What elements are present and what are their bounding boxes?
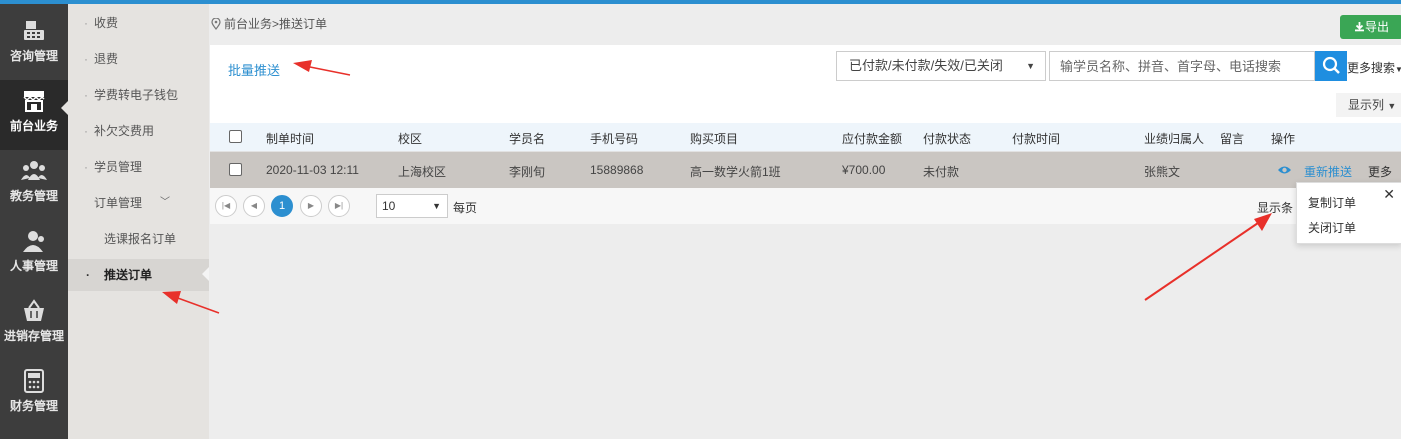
column-header: 购买项目 — [690, 132, 739, 146]
rail-item-consult[interactable]: 咨询管理 — [0, 10, 68, 80]
showing-count-label: 显示条 — [1257, 201, 1294, 215]
more-search-toggle[interactable]: 更多搜索▼ — [1347, 59, 1401, 76]
cell-item: 高一数学火箭1班 — [690, 165, 781, 179]
rail-item-hr[interactable]: 人事管理 — [0, 220, 68, 290]
select-all-checkbox[interactable] — [229, 130, 242, 143]
person-icon — [23, 231, 44, 252]
caret-down-icon: ▼ — [1387, 101, 1397, 111]
repush-link[interactable]: 重新推送 — [1304, 163, 1352, 180]
search-input[interactable] — [1049, 51, 1315, 81]
cell-owner: 张熊文 — [1144, 165, 1181, 179]
column-header: 制单时间 — [266, 132, 315, 146]
submenu-item-wallet-transfer[interactable]: · 学费转电子钱包 — [68, 80, 209, 110]
eye-icon[interactable] — [1277, 164, 1292, 176]
rail-item-label: 教务管理 — [9, 189, 58, 203]
page-number-current[interactable]: 1 — [271, 195, 293, 217]
submenu-item-arrears[interactable]: · 补欠交费用 — [68, 116, 209, 146]
per-page-label: 每页 — [453, 201, 478, 215]
close-order-item[interactable]: 关闭订单 — [1308, 219, 1356, 236]
rail-item-label: 财务管理 — [9, 399, 58, 413]
rail-item-label: 咨询管理 — [9, 49, 58, 63]
rail-item-finance[interactable]: 财务管理 — [0, 360, 68, 430]
column-header: 学员名 — [509, 132, 546, 146]
export-button[interactable]: 导出 — [1340, 15, 1401, 39]
pagination-bar: |◀ ◀ 1 ▶ ▶| 10 ▼ 每页 显示条 — [210, 188, 1401, 224]
toolbar: 批量推送 已付款/未付款/失效/已关闭 ▼ 更多搜索▼ 显示列 ▼ — [210, 45, 1401, 123]
submenu-item-refund[interactable]: · 退费 — [68, 44, 209, 74]
export-label: 导出 — [1364, 20, 1389, 34]
rail-active-caret — [61, 101, 68, 115]
main-nav-rail: 咨询管理 前台业务 教务管理 人事管理 进销存管理 财务管理 — [0, 4, 68, 439]
column-header: 应付款金额 — [842, 132, 903, 146]
breadcrumb-text: 前台业务>推送订单 — [224, 17, 328, 31]
cell-amount: ¥700.00 — [842, 163, 886, 177]
submenu-item-charge[interactable]: · 收费 — [68, 8, 209, 38]
caret-down-icon: ▼ — [1395, 65, 1401, 74]
chevron-down-icon: ﹀ — [160, 197, 170, 208]
rail-item-frontdesk[interactable]: 前台业务 — [0, 80, 68, 150]
column-header: 业绩归属人 — [1144, 132, 1205, 146]
basket-icon — [24, 299, 44, 321]
column-header: 付款状态 — [923, 132, 972, 146]
column-header: 付款时间 — [1012, 132, 1061, 146]
prev-page-icon[interactable]: ◀ — [243, 195, 265, 217]
close-icon[interactable]: ✕ — [1383, 186, 1395, 203]
rail-item-label: 人事管理 — [9, 259, 58, 273]
sub-menu: · 收费 · 退费 · 学费转电子钱包 · 补欠交费用 · 学员管理 订单管理 ﹀ 选课报… — [61, 4, 209, 439]
cell-phone: 15889868 — [590, 163, 644, 177]
more-actions-popup: ✕ 复制订单 关闭订单 — [1296, 182, 1401, 244]
last-page-icon[interactable]: ▶| — [328, 195, 350, 217]
batch-push-link[interactable]: 批量推送 — [228, 60, 280, 79]
people-group-icon — [21, 161, 47, 180]
rail-item-label: 前台业务 — [9, 119, 58, 133]
location-pin-icon — [211, 18, 221, 30]
rail-item-label: 进销存管理 — [3, 329, 64, 343]
page-size-select[interactable]: 10 ▼ — [376, 194, 448, 218]
submenu-item-push-orders[interactable]: · 推送订单 — [68, 259, 209, 291]
search-button[interactable] — [1315, 51, 1347, 81]
copy-order-item[interactable]: 复制订单 — [1308, 194, 1356, 211]
cell-status: 未付款 — [923, 165, 960, 179]
status-filter-select[interactable]: 已付款/未付款/失效/已关闭 ▼ — [836, 51, 1046, 81]
caret-down-icon: ▼ — [1026, 61, 1035, 71]
next-page-icon[interactable]: ▶ — [300, 195, 322, 217]
more-actions-link[interactable]: 更多 — [1368, 163, 1392, 180]
table-row[interactable]: 2020-11-03 12:11 上海校区 李刚旬 15889868 高一数学火… — [210, 152, 1401, 188]
submenu-item-course-orders[interactable]: 选课报名订单 — [68, 224, 209, 254]
cell-order-time: 2020-11-03 12:11 — [266, 163, 359, 177]
breadcrumb: 前台业务>推送订单 — [211, 15, 327, 32]
rail-item-inventory[interactable]: 进销存管理 — [0, 290, 68, 360]
calculator-icon — [24, 369, 44, 393]
column-header: 手机号码 — [590, 132, 639, 146]
caret-down-icon: ▼ — [432, 201, 441, 211]
active-item-caret — [202, 267, 209, 281]
search-icon — [1322, 56, 1340, 74]
table-header: 制单时间 校区 学员名 手机号码 购买项目 应付款金额 付款状态 付款时间 业绩… — [210, 123, 1401, 152]
show-columns-button[interactable]: 显示列 ▼ — [1336, 93, 1401, 117]
cell-campus: 上海校区 — [398, 165, 447, 179]
rail-item-academic[interactable]: 教务管理 — [0, 150, 68, 220]
submenu-item-students[interactable]: · 学员管理 — [68, 152, 209, 182]
main-content: 前台业务>推送订单 导出 批量推送 已付款/未付款/失效/已关闭 ▼ 更多搜索▼… — [209, 4, 1401, 439]
cash-register-icon — [24, 21, 44, 40]
storefront-icon — [23, 91, 45, 112]
cell-student: 李刚旬 — [509, 165, 546, 179]
column-header: 校区 — [398, 132, 423, 146]
column-header: 操作 — [1271, 132, 1296, 146]
download-icon — [1354, 22, 1364, 32]
status-filter-value: 已付款/未付款/失效/已关闭 — [849, 58, 1003, 73]
column-header: 留言 — [1220, 132, 1245, 146]
submenu-item-orders[interactable]: 订单管理 ﹀ — [68, 188, 209, 218]
first-page-icon[interactable]: |◀ — [215, 195, 237, 217]
row-checkbox[interactable] — [229, 163, 242, 176]
